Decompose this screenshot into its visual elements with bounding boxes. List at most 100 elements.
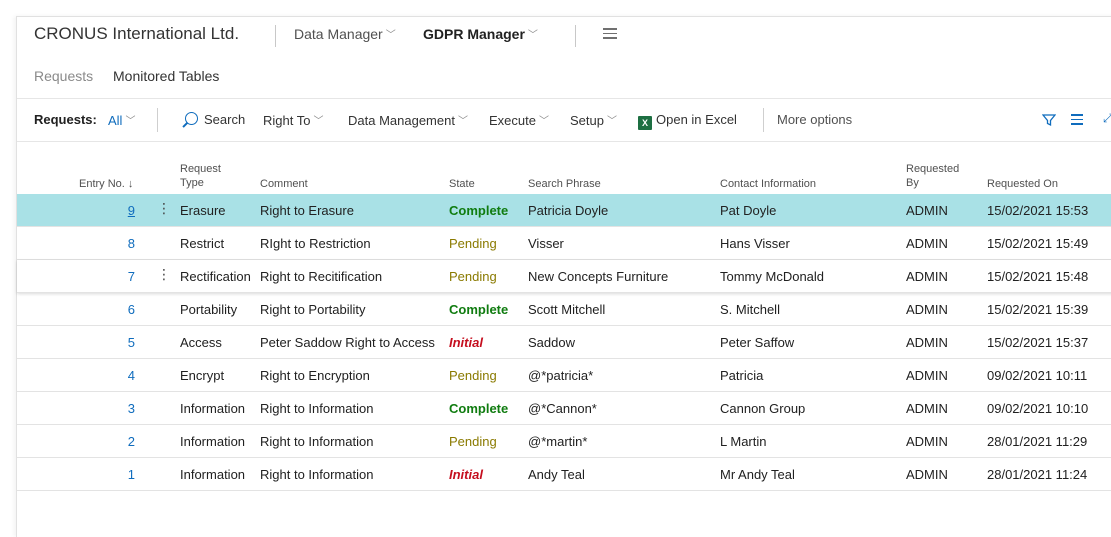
nav-divider bbox=[575, 25, 576, 47]
nav-gdpr-manager[interactable]: GDPR Manager ﹀ bbox=[423, 26, 538, 42]
chevron-down-icon: ﹀ bbox=[385, 30, 396, 41]
table-row[interactable]: 8 Restrict RIght to Restriction Pending … bbox=[17, 227, 1111, 260]
setup-menu[interactable]: Setup ﹀ bbox=[570, 112, 617, 128]
state-cell: Pending bbox=[449, 368, 497, 383]
action-bar: Requests: All ﹀ Search Right To ﹀ Data Man… bbox=[17, 98, 1111, 142]
search-phrase-cell: Patricia Doyle bbox=[528, 203, 609, 218]
filter-icon[interactable] bbox=[1042, 113, 1056, 127]
nav-gdpr-manager-label: GDPR Manager bbox=[423, 26, 525, 42]
execute-label: Execute bbox=[489, 113, 536, 128]
contact-cell: L Martin bbox=[720, 434, 767, 449]
table-header: Entry No. ↓ Request Type Comment State Se… bbox=[17, 157, 1111, 194]
entry-no-link[interactable]: 4 bbox=[31, 368, 135, 383]
column-header-search-phrase[interactable]: Search Phrase bbox=[528, 177, 601, 191]
table-row[interactable]: 7 ⋮ Rectification Right to Recitificatio… bbox=[17, 260, 1111, 293]
requested-on-cell: 09/02/2021 10:11 bbox=[987, 368, 1088, 383]
requested-on-cell: 15/02/2021 15:39 bbox=[987, 302, 1089, 317]
request-type-cell: Information bbox=[180, 434, 246, 449]
entry-no-link[interactable]: 6 bbox=[31, 302, 135, 317]
request-type-cell: Portability bbox=[180, 302, 238, 317]
search-phrase-cell: Saddow bbox=[528, 335, 575, 350]
tab-requests[interactable]: Requests bbox=[34, 68, 93, 84]
requested-on-cell: 15/02/2021 15:53 bbox=[987, 203, 1089, 218]
data-management-menu[interactable]: Data Management ﹀ bbox=[348, 112, 468, 128]
comment-cell: Right to Erasure bbox=[260, 203, 354, 218]
comment-cell: Right to Information bbox=[260, 434, 374, 449]
column-header-request-type[interactable]: Request Type bbox=[180, 162, 221, 190]
contact-cell: S. Mitchell bbox=[720, 302, 780, 317]
entry-no-link[interactable]: 7 bbox=[31, 269, 135, 284]
view-filter-label: All bbox=[108, 113, 123, 128]
view-filter-dropdown[interactable]: All ﹀ bbox=[108, 112, 135, 128]
table-row[interactable]: 2 Information Right to Information Pendi… bbox=[17, 425, 1111, 458]
requests-table: Entry No. ↓ Request Type Comment State Se… bbox=[17, 157, 1111, 491]
chevron-down-icon: ﹀ bbox=[538, 116, 549, 127]
column-header-comment[interactable]: Comment bbox=[260, 177, 308, 191]
expand-icon[interactable]: ⤢ bbox=[1103, 111, 1111, 126]
row-actions-icon[interactable]: ⋮ bbox=[157, 200, 171, 217]
table-row[interactable]: 9 ⋮ Erasure Right to Erasure Complete Pa… bbox=[17, 194, 1111, 227]
column-header-requested-by[interactable]: Requested By bbox=[906, 162, 959, 190]
list-view-icon[interactable] bbox=[1071, 114, 1083, 128]
entry-no-link[interactable]: 5 bbox=[31, 335, 135, 350]
page-title: Requests: bbox=[34, 112, 97, 127]
right-to-menu[interactable]: Right To ﹀ bbox=[263, 112, 323, 128]
table-row[interactable]: 6 Portability Right to Portability Compl… bbox=[17, 293, 1111, 326]
requested-by-cell: ADMIN bbox=[906, 434, 948, 449]
requested-on-cell: 15/02/2021 15:37 bbox=[987, 335, 1089, 350]
entry-no-link[interactable]: 1 bbox=[31, 467, 135, 482]
tab-monitored-tables[interactable]: Monitored Tables bbox=[113, 68, 219, 84]
contact-cell: Hans Visser bbox=[720, 236, 790, 251]
comment-cell: RIght to Restriction bbox=[260, 236, 371, 251]
state-cell: Complete bbox=[449, 203, 509, 218]
state-cell: Complete bbox=[449, 302, 509, 317]
execute-menu[interactable]: Execute ﹀ bbox=[489, 112, 549, 128]
search-button[interactable]: Search bbox=[185, 112, 245, 127]
table-row[interactable]: 5 Access Peter Saddow Right to Access In… bbox=[17, 326, 1111, 359]
page-frame: CRONUS International Ltd. Data Manager ﹀ … bbox=[16, 16, 1111, 537]
column-header-request-type-line2: Type bbox=[180, 177, 204, 189]
column-header-entry-no-label: Entry No. bbox=[79, 178, 125, 190]
table-row[interactable]: 3 Information Right to Information Compl… bbox=[17, 392, 1111, 425]
search-label: Search bbox=[204, 112, 246, 127]
table-row[interactable]: 1 Information Right to Information Initi… bbox=[17, 458, 1111, 491]
hamburger-menu-icon[interactable] bbox=[603, 28, 617, 40]
search-phrase-cell: New Concepts Furniture bbox=[528, 269, 669, 284]
state-cell: Pending bbox=[449, 269, 497, 284]
request-type-cell: Information bbox=[180, 401, 246, 416]
requested-on-cell: 15/02/2021 15:49 bbox=[987, 236, 1089, 251]
column-header-requested-on[interactable]: Requested On bbox=[987, 177, 1058, 191]
requested-on-cell: 09/02/2021 10:10 bbox=[987, 401, 1089, 416]
request-type-cell: Restrict bbox=[180, 236, 225, 251]
contact-cell: Pat Doyle bbox=[720, 203, 777, 218]
requested-by-cell: ADMIN bbox=[906, 335, 948, 350]
open-in-excel-button[interactable]: X Open in Excel bbox=[638, 112, 737, 130]
chevron-down-icon: ﹀ bbox=[527, 30, 538, 41]
column-header-state[interactable]: State bbox=[449, 177, 475, 191]
row-actions-icon[interactable]: ⋮ bbox=[157, 266, 171, 283]
nav-divider bbox=[275, 25, 276, 47]
entry-no-link[interactable]: 9 bbox=[31, 203, 135, 218]
requested-by-cell: ADMIN bbox=[906, 269, 948, 284]
entry-no-link[interactable]: 3 bbox=[31, 401, 135, 416]
setup-label: Setup bbox=[570, 113, 604, 128]
requested-by-cell: ADMIN bbox=[906, 368, 948, 383]
more-options-button[interactable]: More options bbox=[777, 112, 852, 127]
entry-no-link[interactable]: 8 bbox=[31, 236, 135, 251]
chevron-down-icon: ﹀ bbox=[457, 116, 468, 127]
entry-no-link[interactable]: 2 bbox=[31, 434, 135, 449]
requested-on-cell: 28/01/2021 11:24 bbox=[987, 467, 1088, 482]
company-name[interactable]: CRONUS International Ltd. bbox=[34, 24, 239, 44]
requested-on-cell: 15/02/2021 15:48 bbox=[987, 269, 1089, 284]
search-icon bbox=[185, 112, 198, 125]
nav-data-manager[interactable]: Data Manager ﹀ bbox=[294, 26, 396, 42]
table-row[interactable]: 4 Encrypt Right to Encryption Pending @*… bbox=[17, 359, 1111, 392]
search-phrase-cell: Visser bbox=[528, 236, 564, 251]
state-cell: Pending bbox=[449, 434, 497, 449]
comment-cell: Right to Portability bbox=[260, 302, 366, 317]
requested-by-cell: ADMIN bbox=[906, 236, 948, 251]
request-type-cell: Rectification bbox=[180, 269, 251, 284]
requested-by-cell: ADMIN bbox=[906, 401, 948, 416]
column-header-entry-no[interactable]: Entry No. ↓ bbox=[79, 177, 133, 191]
column-header-contact-information[interactable]: Contact Information bbox=[720, 177, 816, 191]
